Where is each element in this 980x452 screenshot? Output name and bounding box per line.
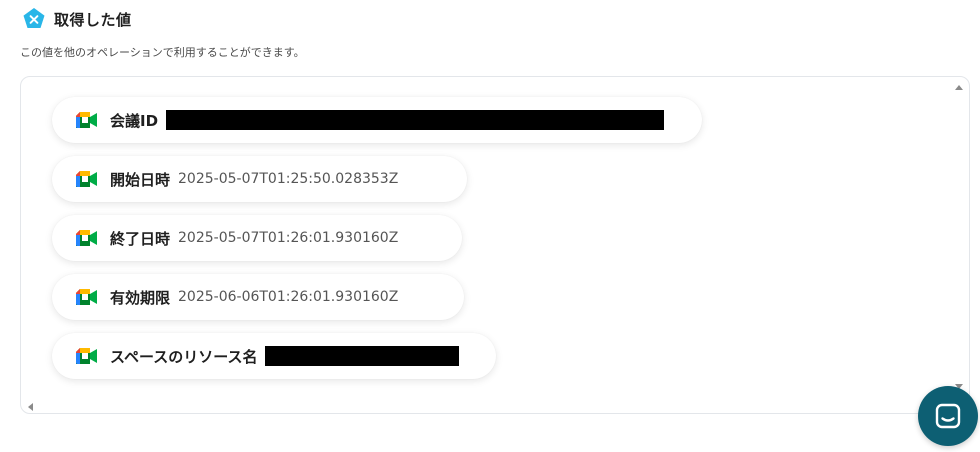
- value-chip-expiration[interactable]: 有効期限 2025-06-06T01:26:01.930160Z: [52, 274, 464, 320]
- horizontal-scrollbar[interactable]: [20, 400, 970, 414]
- start-time-label: 開始日時: [110, 170, 171, 189]
- meeting-id-redacted-value: [166, 110, 665, 130]
- google-meet-icon: [76, 171, 97, 187]
- section-header: 取得した値: [22, 7, 132, 31]
- space-resource-name-label: スペースのリソース名: [110, 347, 258, 366]
- end-time-label: 終了日時: [110, 229, 171, 248]
- space-resource-name-redacted-value: [265, 346, 460, 366]
- values-panel: 会議ID 開始日時 2025-05-07T01:25:50.028353Z 終了…: [20, 76, 970, 414]
- chat-icon: [935, 403, 961, 429]
- value-chip-end-time[interactable]: 終了日時 2025-05-07T01:26:01.930160Z: [52, 215, 462, 261]
- value-chip-space-resource-name[interactable]: スペースのリソース名: [52, 333, 496, 379]
- expiration-label: 有効期限: [110, 288, 171, 307]
- meeting-id-label: 会議ID: [110, 111, 159, 130]
- value-chip-meeting-id[interactable]: 会議ID: [52, 97, 702, 143]
- section-description: この値を他のオペレーションで利用することができます。: [20, 46, 305, 59]
- values-list: 会議ID 開始日時 2025-05-07T01:25:50.028353Z 終了…: [52, 97, 702, 392]
- x-badge-icon: [23, 8, 45, 28]
- start-time-value: 2025-05-07T01:25:50.028353Z: [178, 171, 399, 187]
- google-meet-icon: [76, 348, 97, 364]
- scroll-left-arrow[interactable]: [28, 403, 33, 411]
- chat-button[interactable]: [918, 386, 978, 446]
- section-title: 取得した値: [54, 10, 132, 29]
- google-meet-icon: [76, 112, 97, 128]
- end-time-value: 2025-05-07T01:26:01.930160Z: [178, 230, 399, 246]
- google-meet-icon: [76, 230, 97, 246]
- value-chip-start-time[interactable]: 開始日時 2025-05-07T01:25:50.028353Z: [52, 156, 467, 202]
- expiration-value: 2025-06-06T01:26:01.930160Z: [178, 289, 399, 305]
- scroll-up-arrow[interactable]: [955, 85, 963, 90]
- google-meet-icon: [76, 289, 97, 305]
